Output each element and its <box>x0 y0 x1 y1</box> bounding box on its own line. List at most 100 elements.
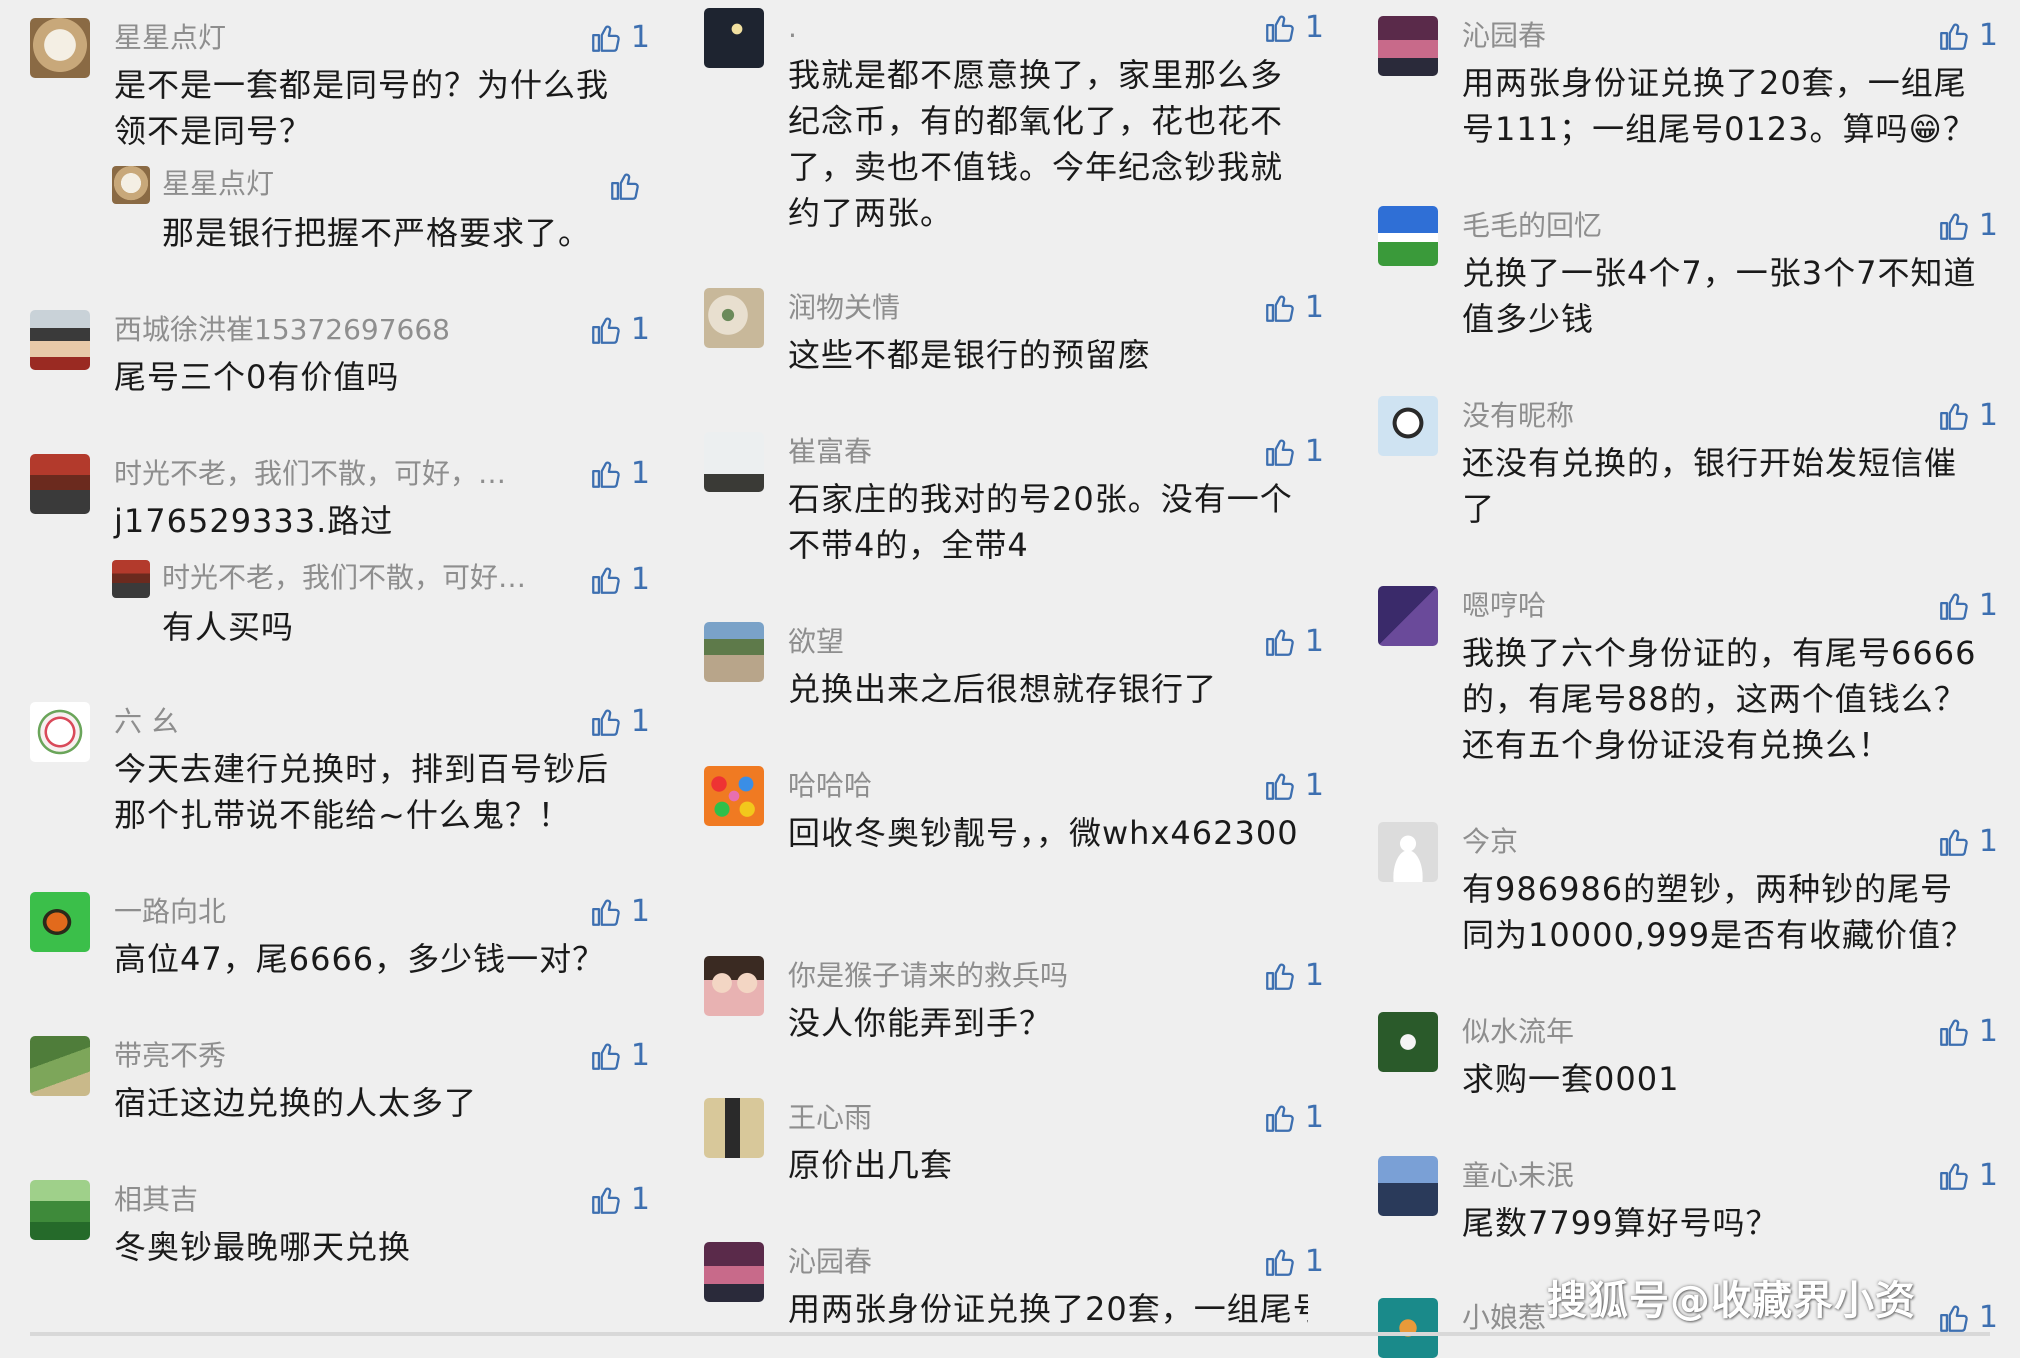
like-button[interactable]: 1 <box>1918 1156 1998 1196</box>
avatar[interactable] <box>704 1242 764 1302</box>
avatar[interactable] <box>704 956 764 1016</box>
avatar[interactable] <box>30 702 90 762</box>
username[interactable]: 似水流年 <box>1462 1012 1574 1052</box>
like-button[interactable]: 1 <box>1244 766 1324 806</box>
like-button[interactable]: 1 <box>570 892 650 932</box>
username[interactable]: 没有昵称 <box>1462 396 1574 436</box>
avatar[interactable] <box>30 310 90 370</box>
thumbs-up-icon <box>592 1043 620 1070</box>
username[interactable]: 西城徐洪崔15372697668 <box>114 310 450 350</box>
like-button[interactable]: 1 <box>570 1036 650 1076</box>
username[interactable]: 童心未泯 <box>1462 1156 1574 1196</box>
comment-column-right: 沁园春 1 用两张身份证兑换了20套，一组尾号111；一组尾号0123。算吗😁？… <box>1348 0 1998 1358</box>
avatar[interactable] <box>704 1098 764 1158</box>
username[interactable]: 毛毛的回忆 <box>1462 206 1602 246</box>
like-count: 1 <box>1978 1014 1998 1049</box>
avatar[interactable] <box>1378 1156 1438 1216</box>
username[interactable]: 时光不老，我们不散，可好，… <box>114 454 506 494</box>
like-count: 1 <box>630 704 650 739</box>
like-button[interactable]: 1 <box>570 310 650 350</box>
like-button[interactable]: 1 <box>1918 1012 1998 1052</box>
thumbs-up-icon <box>1266 773 1294 800</box>
avatar[interactable] <box>1378 16 1438 76</box>
avatar[interactable] <box>30 1036 90 1096</box>
thumbs-up-icon <box>611 173 639 200</box>
reply-text: 有人买吗 <box>162 608 295 646</box>
avatar[interactable] <box>1378 1012 1438 1072</box>
thumbs-up-icon <box>592 567 620 594</box>
thumbs-up-icon <box>1940 1019 1968 1046</box>
like-count: 1 <box>630 1038 650 1073</box>
comment-text: 高位47，尾6666，多少钱一对？ <box>114 940 606 978</box>
like-button[interactable]: 1 <box>1918 206 1998 246</box>
like-button[interactable]: 1 <box>1918 822 1998 862</box>
like-button[interactable]: 1 <box>570 454 650 494</box>
username[interactable]: 相其吉 <box>114 1180 198 1220</box>
avatar[interactable] <box>704 622 764 682</box>
like-button[interactable]: 1 <box>570 1180 650 1220</box>
like-button[interactable] <box>570 166 650 206</box>
avatar[interactable] <box>704 766 764 826</box>
username[interactable]: 欲望 <box>788 622 844 662</box>
like-button[interactable]: 1 <box>1918 16 1998 56</box>
like-button[interactable]: 1 <box>1918 396 1998 436</box>
username[interactable]: 你是猴子请来的救兵吗 <box>788 956 1068 996</box>
like-button[interactable]: 1 <box>1244 956 1324 996</box>
like-count: 1 <box>630 456 650 491</box>
like-count: 1 <box>1978 588 1998 623</box>
username[interactable]: 王心雨 <box>788 1098 872 1138</box>
thumbs-up-icon <box>1940 23 1968 50</box>
like-button[interactable]: 1 <box>1244 432 1324 472</box>
username[interactable]: 崔富春 <box>788 432 872 472</box>
avatar[interactable] <box>704 432 764 492</box>
scrollbar[interactable] <box>30 1332 1990 1336</box>
avatar[interactable] <box>30 892 90 952</box>
avatar[interactable] <box>30 1180 90 1240</box>
like-button[interactable]: 1 <box>1918 586 1998 626</box>
avatar[interactable] <box>1378 1298 1438 1358</box>
avatar[interactable] <box>30 18 90 78</box>
like-button[interactable]: 1 <box>1244 1098 1324 1138</box>
like-button[interactable]: 1 <box>570 560 650 600</box>
username[interactable]: 星星点灯 <box>162 164 274 204</box>
avatar[interactable] <box>704 8 764 68</box>
username[interactable]: 沁园春 <box>788 1242 872 1282</box>
username[interactable]: 时光不老，我们不散，可好… <box>162 558 526 598</box>
thumbs-up-icon <box>1266 1105 1294 1132</box>
thumbs-up-icon <box>592 899 620 926</box>
like-button[interactable]: 1 <box>570 702 650 742</box>
like-button[interactable]: 1 <box>1244 1242 1324 1282</box>
like-button[interactable]: 1 <box>1244 622 1324 662</box>
username[interactable]: 六 幺 <box>114 702 179 742</box>
username[interactable]: 沁园春 <box>1462 16 1546 56</box>
like-button[interactable]: 1 <box>1244 288 1324 328</box>
like-button[interactable]: 1 <box>570 18 650 58</box>
username[interactable]: 润物关情 <box>788 288 900 328</box>
avatar[interactable] <box>1378 586 1438 646</box>
like-count: 1 <box>630 1182 650 1217</box>
avatar[interactable] <box>30 454 90 514</box>
username[interactable]: 嗯哼哈 <box>1462 586 1546 626</box>
username[interactable]: . <box>788 8 797 48</box>
username[interactable]: 哈哈哈 <box>788 766 872 806</box>
avatar[interactable] <box>704 288 764 348</box>
username[interactable]: 今京 <box>1462 822 1518 862</box>
avatar[interactable] <box>1378 396 1438 456</box>
username[interactable]: 星星点灯 <box>114 18 226 58</box>
comment-text: 兑换了一张4个7，一张3个7不知道值多少钱 <box>1462 254 1977 338</box>
comment-text: 还没有兑换的，银行开始发短信催了 <box>1462 444 1958 528</box>
comment-text: 有986986的塑钞，两种钞的尾号同为10000,999是否有收藏价值？ <box>1462 870 1975 954</box>
avatar[interactable] <box>1378 822 1438 882</box>
avatar[interactable] <box>112 166 150 204</box>
avatar[interactable] <box>1378 206 1438 266</box>
like-count: 1 <box>1978 398 1998 433</box>
like-button[interactable]: 1 <box>1244 8 1324 48</box>
comment-text: 宿迁这边兑换的人太多了 <box>114 1084 478 1122</box>
username[interactable]: 一路向北 <box>114 892 226 932</box>
username[interactable]: 带亮不秀 <box>114 1036 226 1076</box>
comment-text: 我就是都不愿意换了，家里那么多纪念币，有的都氧化了，花也花不了，卖也不值钱。今年… <box>788 56 1284 232</box>
like-count: 1 <box>630 894 650 929</box>
thumbs-up-icon <box>1940 1305 1968 1332</box>
avatar[interactable] <box>112 560 150 598</box>
thumbs-up-icon <box>1266 629 1294 656</box>
